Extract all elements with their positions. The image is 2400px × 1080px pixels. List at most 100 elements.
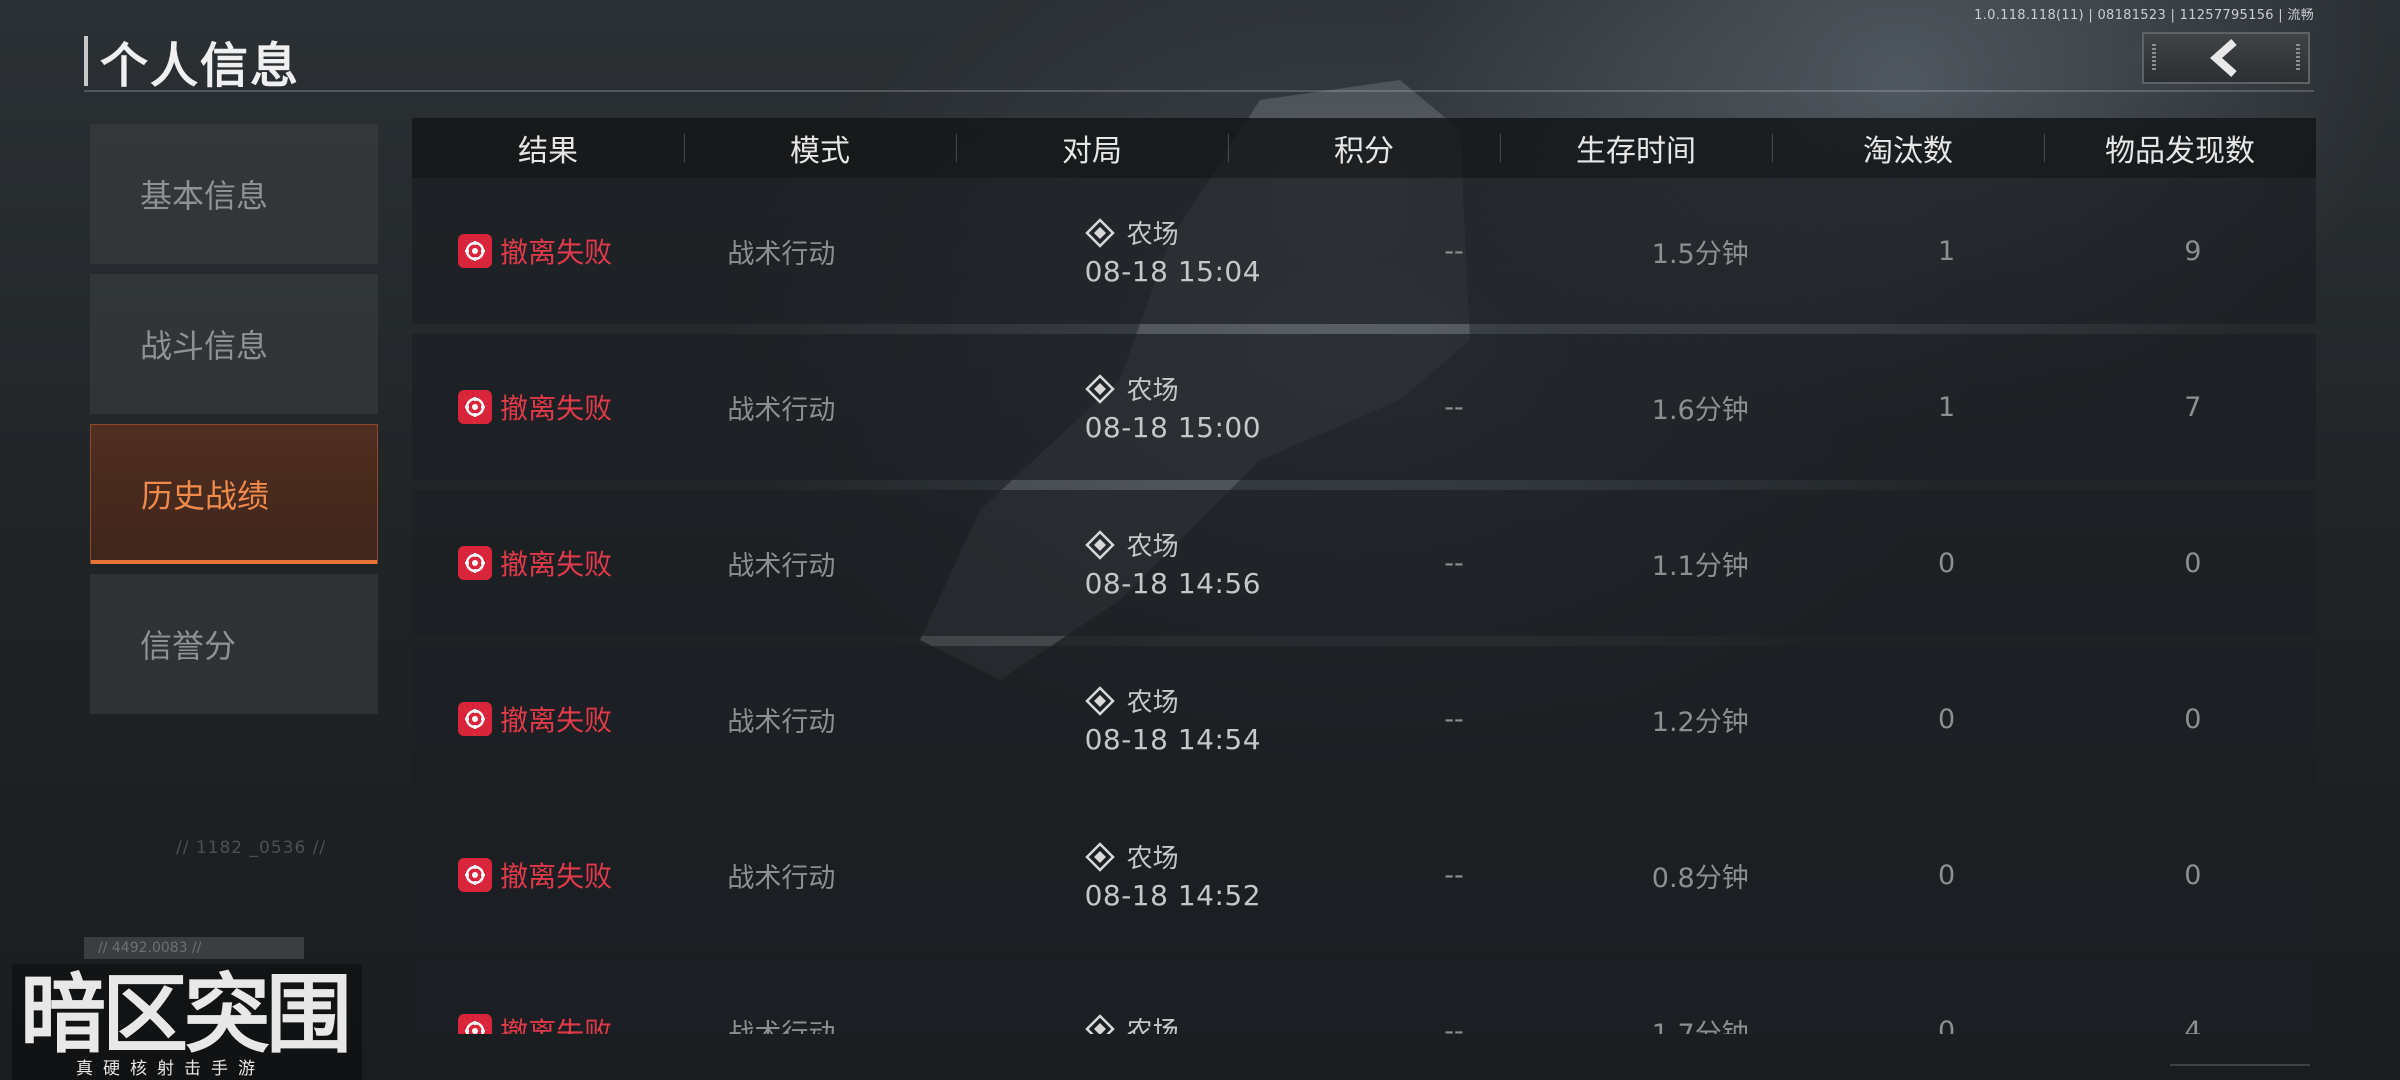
mode-cell: 战术行动 — [727, 862, 836, 894]
table-row[interactable]: 撤离失败 战术行动 农场 08-18 14:56 -- 1.1分钟 0 0 — [412, 490, 2316, 636]
survival-time-cell: 0.8分钟 — [1651, 862, 1749, 894]
decor-coordinates: // 1182 _0536 // — [176, 838, 327, 858]
back-button[interactable] — [2142, 32, 2310, 84]
match-cell: 农场 08-18 15:04 — [905, 214, 1331, 288]
mode-cell: 战术行动 — [727, 238, 836, 270]
table-row[interactable]: 撤离失败 战术行动 农场 -- 1.7分钟 0 4 — [412, 958, 2316, 1034]
result-cell: 撤离失败 — [412, 699, 658, 739]
version-info: 1.0.118.118(11) | 08181523 | 11257795156… — [1974, 8, 2314, 23]
match-map: 农场 — [1084, 682, 1179, 719]
sidebar-item-label: 历史战绩 — [141, 477, 270, 515]
kills-cell: 0 — [1937, 547, 1956, 579]
match-map: 农场 — [1084, 1011, 1179, 1035]
survival-time-cell: 1.2分钟 — [1651, 706, 1749, 738]
match-time: 08-18 15:00 — [1084, 411, 1262, 444]
column-header-kills: 淘汰数 — [1772, 126, 2044, 170]
extraction-failed-icon — [458, 546, 493, 580]
match-cell: 农场 08-18 14:52 — [905, 838, 1331, 912]
items-found-cell: 0 — [2184, 547, 2202, 579]
match-map: 农场 — [1084, 838, 1179, 875]
sidebar-item-match-history[interactable]: 历史战绩 — [90, 424, 378, 564]
column-header-survival-time: 生存时间 — [1500, 126, 1772, 170]
column-header-mode: 模式 — [684, 126, 956, 170]
sidebar-item-label: 信誉分 — [140, 627, 237, 665]
score-cell: -- — [1444, 391, 1464, 423]
score-cell: -- — [1444, 703, 1464, 735]
table-row[interactable]: 撤离失败 战术行动 农场 08-18 15:00 -- 1.6分钟 1 7 — [412, 334, 2316, 480]
match-time: 08-18 14:54 — [1084, 723, 1262, 756]
match-history-table[interactable]: 结果 模式 对局 积分 生存时间 淘汰数 物品发现数 撤离失败 战术行动 农场 … — [412, 118, 2316, 1034]
match-cell: 农场 — [905, 1011, 1331, 1035]
items-found-cell: 0 — [2184, 859, 2202, 891]
map-diamond-icon — [1084, 685, 1115, 716]
items-found-cell: 7 — [2184, 391, 2202, 423]
map-diamond-icon — [1084, 373, 1115, 404]
page-header: 个人信息 — [84, 26, 300, 96]
survival-time-cell: 1.7分钟 — [1651, 1018, 1749, 1035]
svg-text:暗区突围: 暗区突围 — [20, 965, 348, 1065]
score-cell: -- — [1444, 1015, 1464, 1035]
result-cell: 撤离失败 — [412, 387, 658, 427]
items-found-cell: 4 — [2184, 1015, 2202, 1035]
map-diamond-icon — [1084, 1014, 1115, 1034]
survival-time-cell: 1.1分钟 — [1651, 550, 1749, 582]
items-found-cell: 9 — [2184, 235, 2202, 267]
chevron-left-icon — [2209, 39, 2237, 77]
result-label: 撤离失败 — [500, 704, 613, 737]
sidebar-item-basic-info[interactable]: 基本信息 — [90, 124, 378, 264]
score-cell: -- — [1444, 859, 1464, 891]
table-header: 结果 模式 对局 积分 生存时间 淘汰数 物品发现数 — [412, 118, 2316, 178]
score-cell: -- — [1444, 235, 1464, 267]
result-cell: 撤离失败 — [412, 1011, 658, 1034]
map-name: 农场 — [1126, 688, 1179, 718]
kills-cell: 0 — [1937, 859, 1956, 891]
decor-line — [2170, 1064, 2310, 1066]
match-map: 农场 — [1084, 214, 1179, 251]
sidebar-item-reputation[interactable]: 信誉分 — [90, 574, 378, 714]
mode-cell: 战术行动 — [727, 1018, 836, 1035]
sidebar: 基本信息 战斗信息 历史战绩 信誉分 — [90, 124, 378, 724]
survival-time-cell: 1.6分钟 — [1651, 394, 1749, 426]
match-map: 农场 — [1084, 370, 1179, 407]
result-label: 撤离失败 — [500, 1016, 613, 1034]
match-cell: 农场 08-18 14:54 — [905, 682, 1331, 756]
extraction-failed-icon — [458, 702, 493, 736]
page-title: 个人信息 — [100, 38, 301, 94]
map-name: 农场 — [1126, 1016, 1179, 1035]
map-name: 农场 — [1126, 220, 1179, 250]
column-header-score: 积分 — [1228, 126, 1500, 170]
title-accent-bar — [84, 36, 88, 86]
match-time: 08-18 15:04 — [1084, 255, 1262, 288]
map-name: 农场 — [1126, 532, 1179, 562]
table-row[interactable]: 撤离失败 战术行动 农场 08-18 15:04 -- 1.5分钟 1 9 — [412, 178, 2316, 324]
header-divider — [84, 90, 2314, 92]
survival-time-cell: 1.5分钟 — [1651, 238, 1749, 270]
result-label: 撤离失败 — [500, 236, 613, 269]
sidebar-item-combat-info[interactable]: 战斗信息 — [90, 274, 378, 414]
map-name: 农场 — [1126, 376, 1179, 406]
table-body: 撤离失败 战术行动 农场 08-18 15:04 -- 1.5分钟 1 9 撤离… — [412, 178, 2316, 1034]
kills-cell: 1 — [1937, 235, 1956, 267]
extraction-failed-icon — [458, 390, 493, 424]
match-time: 08-18 14:52 — [1084, 879, 1262, 912]
column-header-result: 结果 — [518, 134, 578, 169]
result-label: 撤离失败 — [500, 392, 613, 425]
decor-strip: // 4492.0083 // — [84, 937, 304, 959]
result-cell: 撤离失败 — [412, 543, 658, 583]
extraction-failed-icon — [458, 1014, 493, 1034]
result-label: 撤离失败 — [500, 860, 613, 893]
result-cell: 撤离失败 — [412, 855, 658, 895]
match-cell: 农场 08-18 14:56 — [905, 526, 1331, 600]
match-map: 农场 — [1084, 526, 1179, 563]
extraction-failed-icon — [458, 858, 493, 892]
result-label: 撤离失败 — [500, 548, 613, 581]
table-row[interactable]: 撤离失败 战术行动 农场 08-18 14:52 -- 0.8分钟 0 0 — [412, 802, 2316, 948]
items-found-cell: 0 — [2184, 703, 2202, 735]
extraction-failed-icon — [458, 234, 493, 268]
match-time: 08-18 14:56 — [1084, 567, 1262, 600]
result-cell: 撤离失败 — [412, 231, 658, 271]
table-row[interactable]: 撤离失败 战术行动 农场 08-18 14:54 -- 1.2分钟 0 0 — [412, 646, 2316, 792]
map-diamond-icon — [1084, 217, 1115, 248]
kills-cell: 0 — [1937, 703, 1956, 735]
mode-cell: 战术行动 — [727, 550, 836, 582]
